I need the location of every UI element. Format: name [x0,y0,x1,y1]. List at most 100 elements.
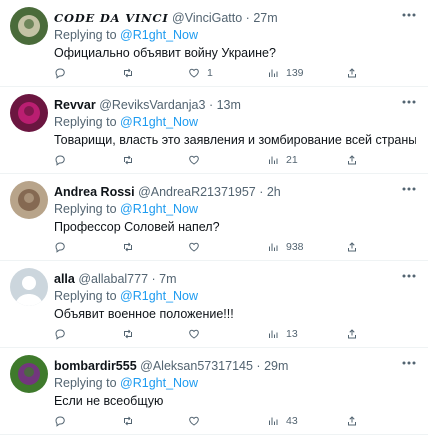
user-handle[interactable]: @allabal777 [78,272,148,286]
share-icon [346,241,358,253]
reply-icon [54,328,66,340]
like-count: 1 [207,67,213,79]
heart-icon [188,328,200,340]
user-handle[interactable]: @ReviksVardanja3 [99,98,205,112]
timestamp[interactable]: 29m [264,359,288,373]
replying-to-line: Replying to @R1ght_Now [54,201,198,217]
like-button[interactable] [188,153,207,167]
views-button[interactable]: 139 [267,66,304,80]
tweet-text: Если не всеобщую [54,394,164,408]
tweet-text: Профессор Соловей напел? [54,220,220,234]
tweet-text: Товарищи, власть это заявления и зомбиро… [54,133,416,147]
share-button[interactable] [346,240,358,254]
share-button[interactable] [346,66,358,80]
views-button[interactable]: 43 [267,414,298,428]
user-handle[interactable]: @VinciGatto [172,11,242,25]
replying-to-label: Replying to [54,28,117,42]
more-options-icon[interactable] [400,95,418,109]
tweet-header: Revvar @ReviksVardanja3 · 13m [54,97,398,113]
avatar[interactable] [10,94,48,132]
replying-to-line: Replying to @R1ght_Now [54,114,198,130]
share-button[interactable] [346,153,358,167]
separator-dot: · [151,272,156,286]
retweet-icon [122,154,134,166]
timestamp[interactable]: 13m [217,98,241,112]
separator-dot: · [256,359,261,373]
retweet-icon [122,415,134,427]
like-button[interactable]: 1 [188,66,213,80]
user-handle[interactable]: @AndreaR21371957 [138,185,256,199]
retweet-button[interactable] [122,153,141,167]
tweet-header: bombardir555 @Aleksan57317145 · 29m [54,358,398,374]
bar-chart-icon [267,67,279,79]
reply-icon [54,154,66,166]
reply-button[interactable] [54,240,73,254]
more-options-icon[interactable] [400,8,418,22]
mention-link[interactable]: @R1ght_Now [120,376,198,390]
tweet-header: CODE DA VINCI @VinciGatto · 27m [54,10,398,26]
reply-button[interactable] [54,153,73,167]
retweet-button[interactable] [122,240,141,254]
separator-dot: · [245,11,250,25]
tweet-reply[interactable]: Andrea Rossi @AndreaR21371957 · 2h Replyi… [0,174,428,261]
replying-to-label: Replying to [54,115,117,129]
like-button[interactable] [188,240,207,254]
share-icon [346,154,358,166]
view-count: 938 [286,241,304,253]
user-handle[interactable]: @Aleksan57317145 [140,359,253,373]
mention-link[interactable]: @R1ght_Now [120,115,198,129]
display-name[interactable]: bombardir555 [54,359,137,373]
more-options-icon[interactable] [400,356,418,370]
view-count: 13 [286,328,298,340]
avatar[interactable] [10,181,48,219]
like-button[interactable] [188,327,207,341]
mention-link[interactable]: @R1ght_Now [120,28,198,42]
view-count: 21 [286,154,298,166]
display-name[interactable]: Revvar [54,98,96,112]
mention-link[interactable]: @R1ght_Now [120,202,198,216]
reply-button[interactable] [54,66,73,80]
display-name[interactable]: alla [54,272,75,286]
view-count: 139 [286,67,304,79]
retweet-icon [122,67,134,79]
heart-icon [188,67,200,79]
reply-icon [54,415,66,427]
replying-to-label: Replying to [54,376,117,390]
views-button[interactable]: 13 [267,327,298,341]
mention-link[interactable]: @R1ght_Now [120,289,198,303]
display-name[interactable]: Andrea Rossi [54,185,135,199]
bar-chart-icon [267,328,279,340]
like-button[interactable] [188,414,207,428]
tweet-text: Объявит военное положение!!! [54,307,234,321]
timestamp[interactable]: 27m [253,11,277,25]
bar-chart-icon [267,154,279,166]
views-button[interactable]: 938 [267,240,304,254]
avatar[interactable] [10,355,48,393]
reply-button[interactable] [54,327,73,341]
tweet-reply[interactable]: CODE DA VINCI @VinciGatto · 27m Replying … [0,0,428,87]
tweet-reply[interactable]: Revvar @ReviksVardanja3 · 13m Replying to… [0,87,428,174]
view-count: 43 [286,415,298,427]
tweet-text: Официально объявит войну Украине? [54,46,276,60]
retweet-button[interactable] [122,327,141,341]
share-icon [346,415,358,427]
avatar[interactable] [10,7,48,45]
bar-chart-icon [267,241,279,253]
retweet-button[interactable] [122,414,141,428]
avatar[interactable] [10,268,48,306]
views-button[interactable]: 21 [267,153,298,167]
retweet-button[interactable] [122,66,141,80]
timestamp[interactable]: 2h [267,185,281,199]
display-name[interactable]: CODE DA VINCI [54,11,169,25]
tweet-reply[interactable]: bombardir555 @Aleksan57317145 · 29m Reply… [0,348,428,435]
share-button[interactable] [346,327,358,341]
share-button[interactable] [346,414,358,428]
tweet-reply[interactable]: alla @allabal777 · 7m Replying to @R1ght_… [0,261,428,348]
more-options-icon[interactable] [400,182,418,196]
heart-icon [188,241,200,253]
timestamp[interactable]: 7m [159,272,176,286]
reply-button[interactable] [54,414,73,428]
separator-dot: · [208,98,214,112]
replying-to-line: Replying to @R1ght_Now [54,375,198,391]
more-options-icon[interactable] [400,269,418,283]
